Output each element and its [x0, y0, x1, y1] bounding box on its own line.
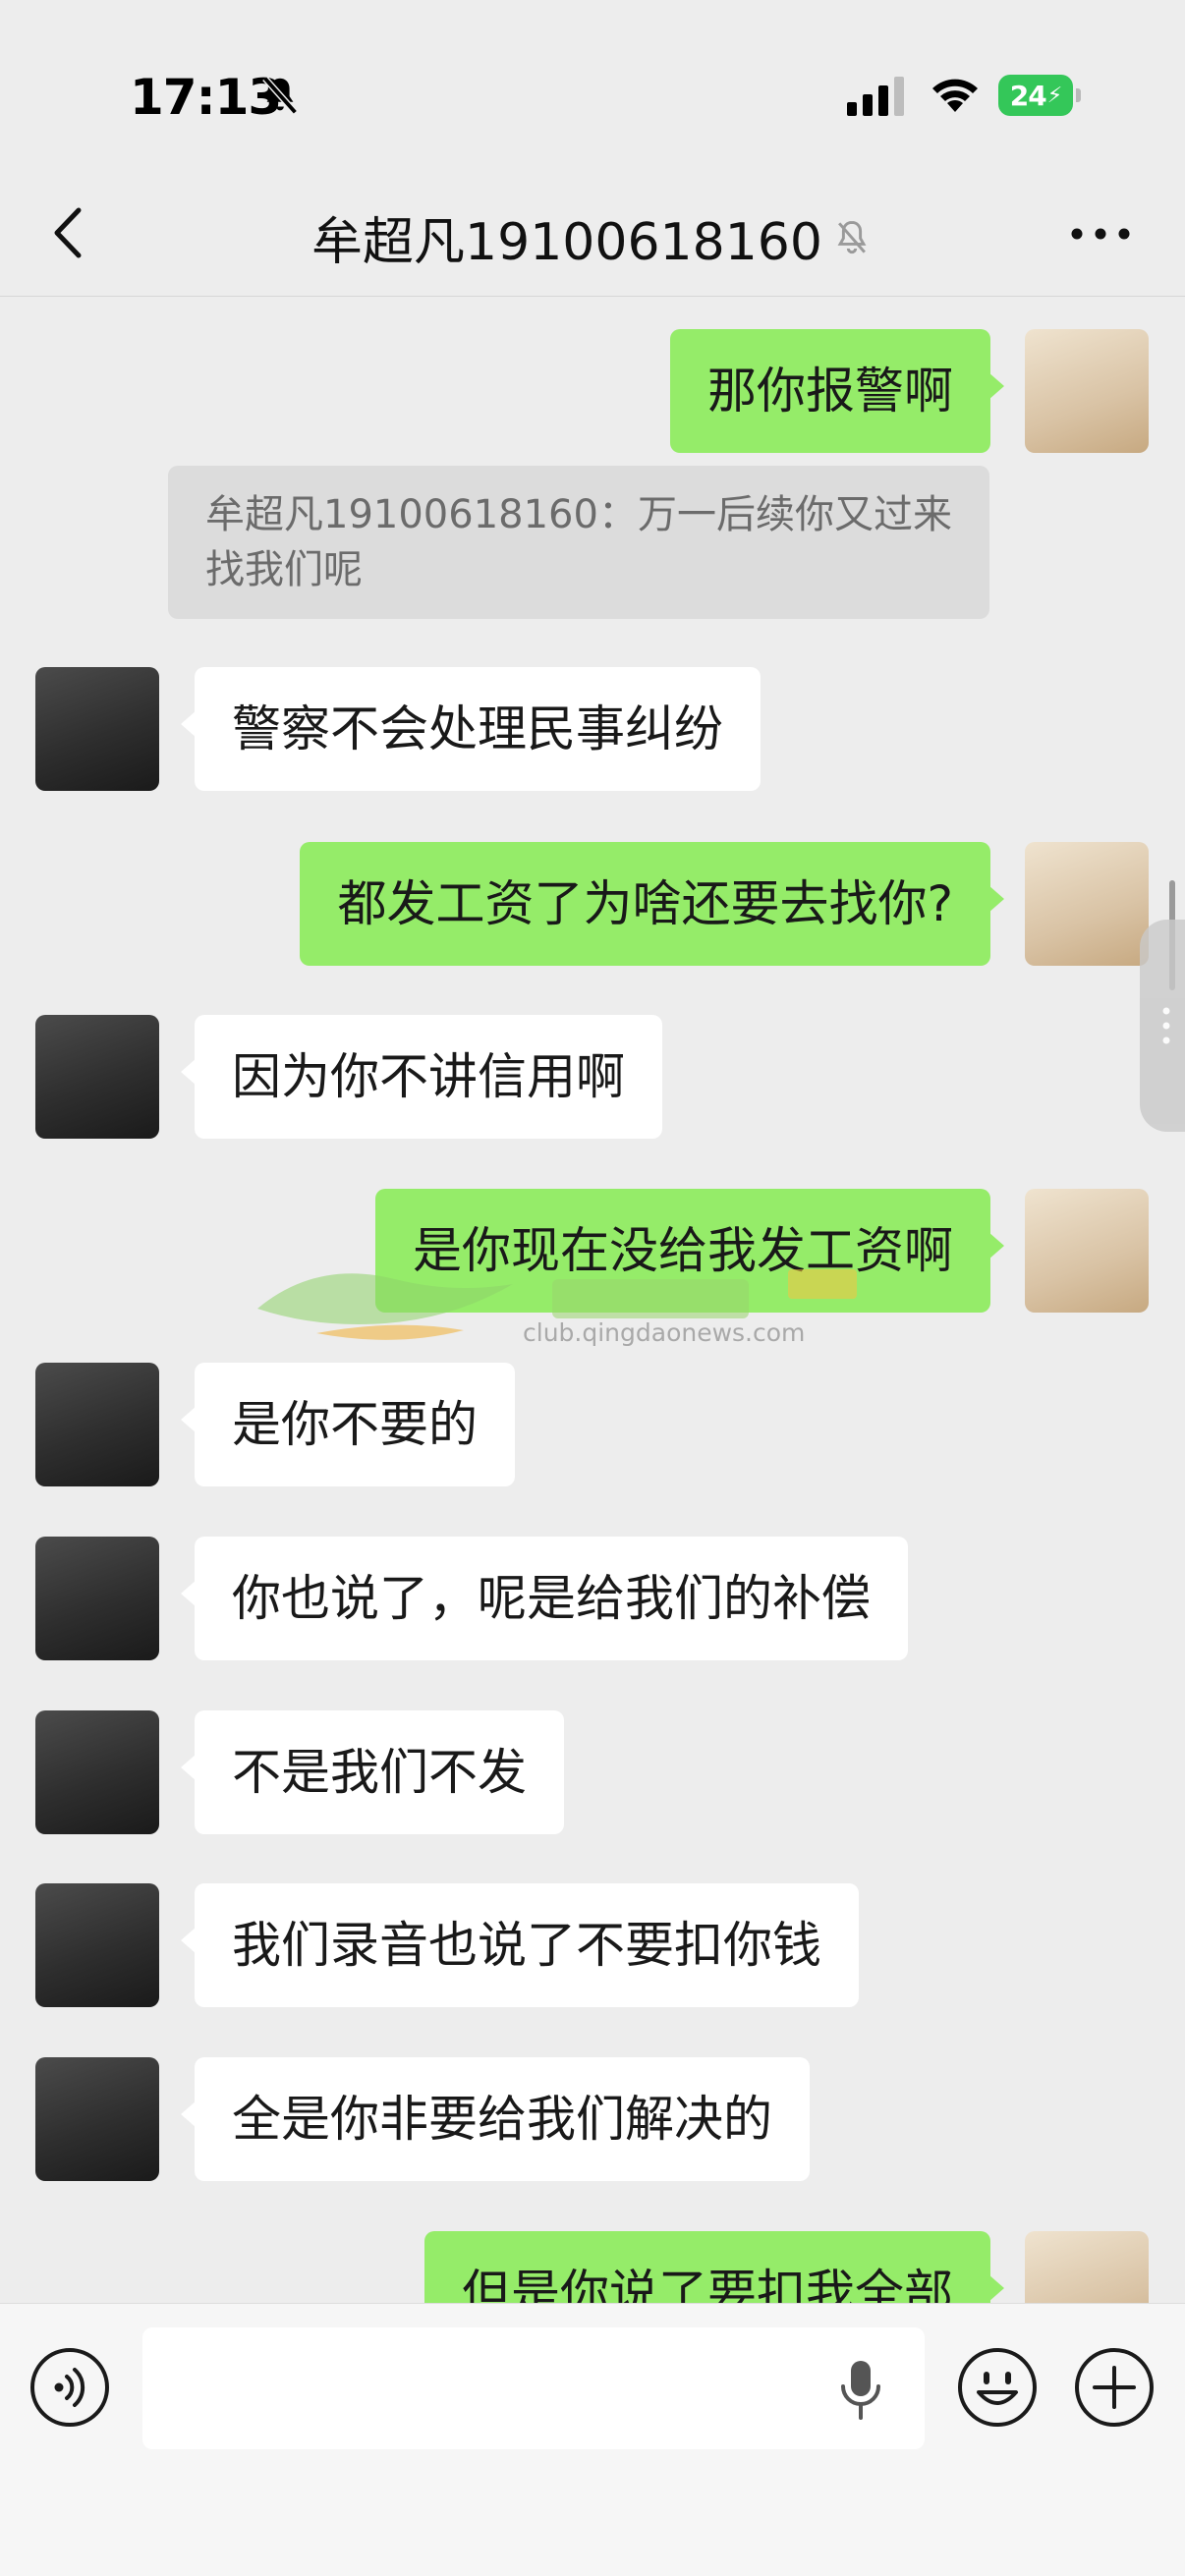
- self-avatar[interactable]: [1025, 329, 1149, 453]
- self-avatar[interactable]: [1025, 1189, 1149, 1313]
- chat-area[interactable]: 那你报警啊 牟超凡19100618160：万一后续你又过来找我们呢 警察不会处理…: [0, 297, 1185, 2303]
- bell-slash-icon: [837, 220, 867, 253]
- input-bar: [0, 2303, 1185, 2576]
- nav-bar: 牟超凡19100618160: [0, 177, 1185, 297]
- message-bubble-other[interactable]: 因为你不讲信用啊: [181, 1015, 662, 1139]
- chat-title: 牟超凡19100618160: [0, 200, 1185, 274]
- contact-avatar[interactable]: [35, 1537, 159, 1660]
- message-bubble-other[interactable]: 警察不会处理民事纠纷: [181, 667, 761, 791]
- vertical-dots-icon: [1162, 1007, 1170, 1044]
- message-bubble-other[interactable]: 不是我们不发: [181, 1710, 564, 1834]
- message-bubble-other[interactable]: 你也说了，呢是给我们的补偿: [181, 1537, 908, 1660]
- message-bubble-self[interactable]: 那你报警啊: [670, 329, 1004, 453]
- contact-avatar[interactable]: [35, 2057, 159, 2181]
- wifi-icon: [932, 79, 978, 112]
- contact-avatar[interactable]: [35, 1015, 159, 1139]
- quoted-message[interactable]: 牟超凡19100618160：万一后续你又过来找我们呢: [168, 466, 989, 619]
- self-avatar[interactable]: [1025, 2231, 1149, 2303]
- contact-avatar[interactable]: [35, 1710, 159, 1834]
- contact-avatar[interactable]: [35, 1363, 159, 1486]
- watermark-text: club.qingdaonews.com: [523, 1318, 806, 1347]
- self-avatar[interactable]: [1025, 842, 1149, 966]
- status-bar: 17:13 24 ⚡: [0, 0, 1185, 177]
- emoji-icon[interactable]: [957, 2347, 1038, 2428]
- voice-icon[interactable]: [29, 2347, 110, 2428]
- battery-charging-icon: 24 ⚡: [998, 75, 1081, 116]
- more-dots-icon[interactable]: [1065, 208, 1136, 259]
- message-bubble-other[interactable]: 我们录音也说了不要扣你钱: [181, 1883, 859, 2007]
- mic-icon[interactable]: [835, 2357, 886, 2424]
- message-input[interactable]: [142, 2327, 925, 2449]
- contact-name: 牟超凡19100618160: [311, 213, 822, 272]
- message-bubble-other[interactable]: 是你不要的: [181, 1363, 515, 1486]
- contact-avatar[interactable]: [35, 1883, 159, 2007]
- side-drawer-handle[interactable]: [1140, 920, 1185, 1132]
- battery-level: 24: [1009, 79, 1047, 112]
- message-bubble-self[interactable]: 但是你说了要扣我全部: [424, 2231, 1004, 2303]
- message-bubble-self[interactable]: 都发工资了为啥还要去找你?: [300, 842, 1004, 966]
- message-bubble-other[interactable]: 全是你非要给我们解决的: [181, 2057, 810, 2181]
- plus-icon[interactable]: [1074, 2347, 1155, 2428]
- signal-icon: [847, 77, 904, 116]
- contact-avatar[interactable]: [35, 667, 159, 791]
- bell-slash-icon: [262, 76, 298, 115]
